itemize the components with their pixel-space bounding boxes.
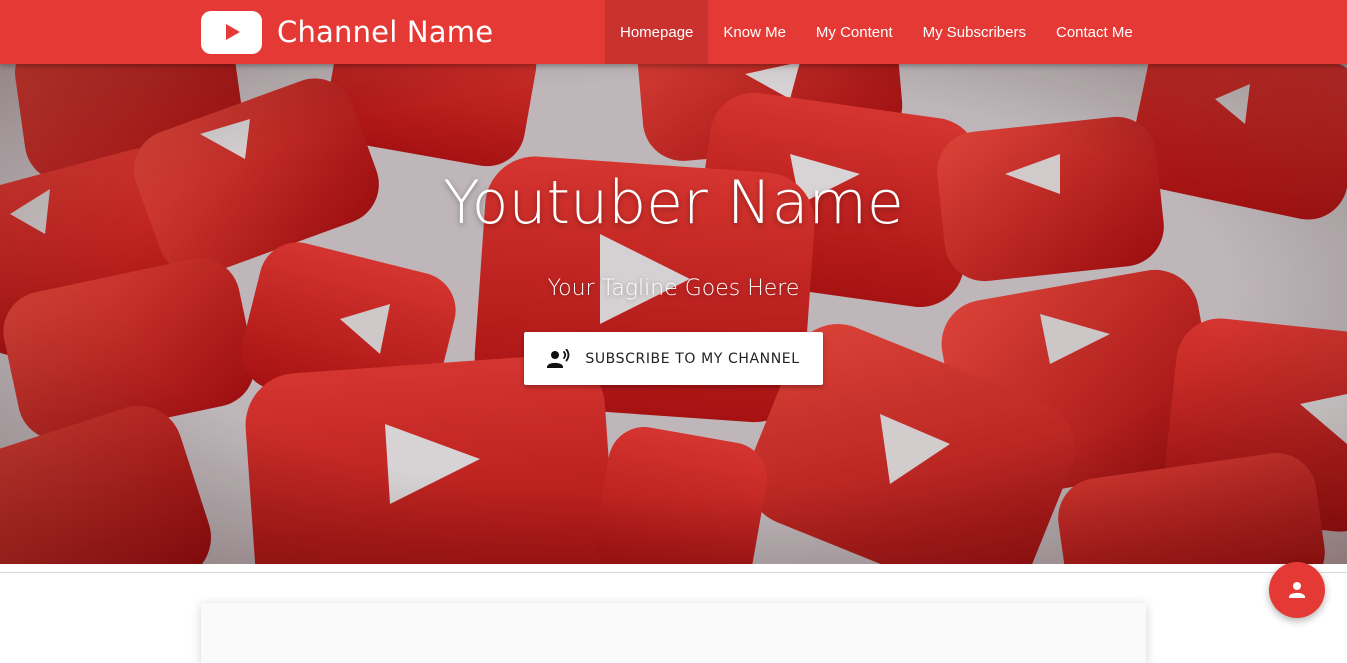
brand-name: Channel Name [277,15,494,49]
navbar: Channel Name Homepage Know Me My Content… [0,0,1347,64]
content-card [201,603,1146,663]
nav-link-know-me[interactable]: Know Me [708,0,801,64]
nav-link-contact-me[interactable]: Contact Me [1041,0,1148,64]
record-voice-icon [547,348,571,369]
brand-link[interactable]: Channel Name [201,10,493,54]
hero-section: Youtuber Name Your Tagline Goes Here SUB… [0,64,1347,564]
subscribe-button[interactable]: SUBSCRIBE TO MY CHANNEL [524,332,823,385]
floating-action-button[interactable] [1269,562,1325,618]
section-divider [0,572,1347,573]
youtube-logo-icon [201,10,262,54]
subscribe-button-label: SUBSCRIBE TO MY CHANNEL [585,350,800,367]
hero-overlay [0,64,1347,564]
hero-title: Youtuber Name [443,168,904,238]
hero-tagline: Your Tagline Goes Here [547,276,800,301]
nav-link-my-content[interactable]: My Content [801,0,908,64]
main-nav: Homepage Know Me My Content My Subscribe… [605,0,1148,64]
nav-link-my-subscribers[interactable]: My Subscribers [908,0,1041,64]
person-icon [1287,580,1307,600]
nav-link-homepage[interactable]: Homepage [605,0,709,64]
